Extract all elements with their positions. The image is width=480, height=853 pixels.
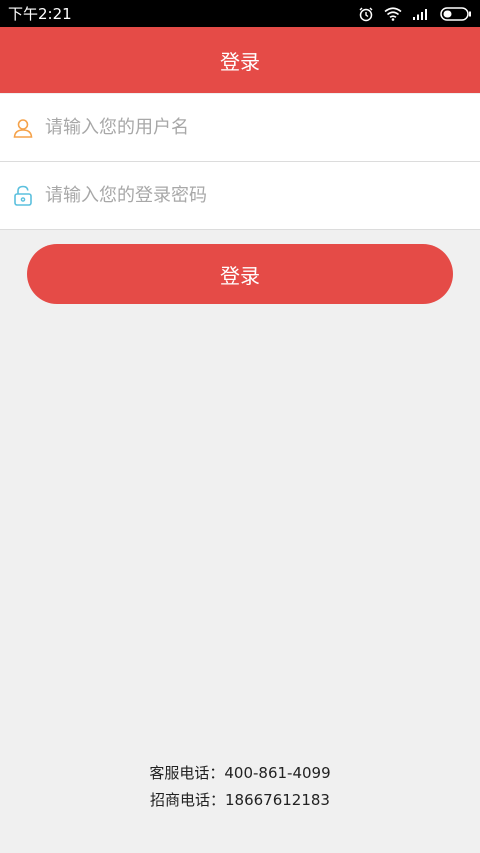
signal-icon [412,7,430,21]
status-icons [358,6,472,22]
password-input[interactable] [45,175,445,216]
status-bar: 下午2:21 [0,0,480,27]
app-header: 登录 [0,27,480,93]
status-time: 下午2:21 [8,5,72,23]
login-button[interactable]: 登录 [27,244,453,304]
lock-icon [12,185,34,207]
wifi-icon [384,6,402,21]
alarm-icon [358,6,374,22]
business-phone-text: 招商电话：18667612183 [150,791,330,809]
battery-icon [440,6,472,21]
page-title: 登录 [220,49,260,74]
footer-contact: 客服电话：400-861-4099 招商电话：18667612183 [0,760,480,814]
username-input[interactable] [45,107,445,148]
password-field-row [0,162,480,230]
service-phone-text: 客服电话：400-861-4099 [149,764,331,782]
username-field-row [0,94,480,162]
user-icon [12,117,34,139]
